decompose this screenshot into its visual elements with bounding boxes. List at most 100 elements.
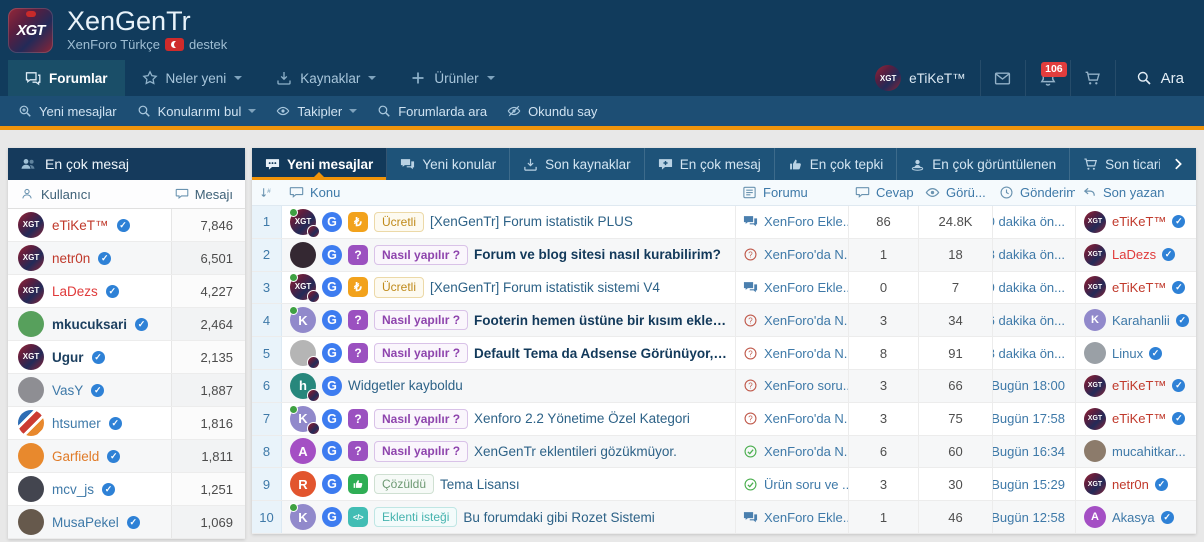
column-header-last-poster[interactable]: Son yazan xyxy=(1075,180,1196,205)
topic-author-avatar[interactable] xyxy=(290,242,316,268)
last-poster-link[interactable]: LaDezs xyxy=(1112,247,1156,262)
topic-author-avatar[interactable]: K xyxy=(290,504,316,530)
topic-title[interactable]: Footerin hemen üstüne bir kısım ekleme xyxy=(474,313,727,328)
user-avatar[interactable] xyxy=(18,443,44,469)
forum-cell[interactable]: ?XenForo'da N... xyxy=(735,239,848,271)
user-avatar[interactable] xyxy=(18,410,44,436)
post-time-link[interactable]: 38 dakika ön... xyxy=(992,337,1075,369)
prefix-label[interactable]: Nasıl yapılır ? xyxy=(374,409,468,429)
account-menu[interactable]: XGT eTiKeT™ xyxy=(861,60,980,96)
last-poster-link[interactable]: Karahanlii xyxy=(1112,313,1170,328)
last-poster-avatar[interactable]: XGT xyxy=(1084,408,1106,430)
topics-tab-en-ok-mesaj[interactable]: En çok mesaj xyxy=(645,148,775,180)
last-poster-link[interactable]: Linux xyxy=(1112,346,1143,361)
user-avatar[interactable] xyxy=(18,509,44,535)
site-logo[interactable]: XGT xyxy=(8,8,53,53)
user-avatar[interactable]: XGT xyxy=(18,245,44,271)
user-avatar[interactable]: XGT xyxy=(18,212,44,238)
user-link[interactable]: netr0n xyxy=(52,251,90,266)
last-poster-link[interactable]: netr0n xyxy=(1112,477,1149,492)
column-header-views[interactable]: Görü... xyxy=(918,180,992,205)
last-poster-avatar[interactable] xyxy=(1084,342,1106,364)
topic-author-avatar[interactable]: h xyxy=(290,373,316,399)
forum-link[interactable]: Ürün soru ve ... xyxy=(764,477,848,492)
forum-link[interactable]: XenForo'da N... xyxy=(764,313,848,328)
forum-cell[interactable]: XenForo Ekle... xyxy=(735,206,848,238)
forum-link[interactable]: XenForo'da N... xyxy=(764,444,848,459)
topic-author-avatar[interactable]: XGT xyxy=(290,274,316,300)
topics-tab-yeni-mesajlar[interactable]: Yeni mesajlar xyxy=(252,148,387,180)
search-button[interactable]: Ara xyxy=(1115,60,1204,96)
topic-author-avatar[interactable] xyxy=(290,340,316,366)
forum-link[interactable]: XenForo'da N... xyxy=(764,247,848,262)
last-poster-avatar[interactable]: XGT xyxy=(1084,211,1106,233)
tabs-scroll-right-button[interactable] xyxy=(1160,148,1196,180)
user-link[interactable]: MusaPekel xyxy=(52,515,119,530)
user-avatar[interactable]: XGT xyxy=(18,344,44,370)
topic-title[interactable]: XenGenTr eklentileri gözükmüyor. xyxy=(474,444,677,459)
last-poster-avatar[interactable]: XGT xyxy=(1084,244,1106,266)
prefix-label[interactable]: Ücretli xyxy=(374,212,424,232)
topic-title[interactable]: [XenGenTr] Forum istatistik sistemi V4 xyxy=(430,280,660,295)
last-poster-avatar[interactable]: K xyxy=(1084,309,1106,331)
topic-title[interactable]: Bu forumdaki gibi Rozet Sistemi xyxy=(463,510,654,525)
user-avatar[interactable] xyxy=(18,476,44,502)
last-poster-link[interactable]: eTiKeT™ xyxy=(1112,280,1166,295)
post-time-link[interactable]: 19 dakika ön... xyxy=(992,272,1075,304)
alerts-button[interactable]: 106 xyxy=(1025,60,1070,96)
subnav-item-yeni-mesajlar[interactable]: Yeni mesajlar xyxy=(8,104,127,119)
prefix-label[interactable]: Nasıl yapılır ? xyxy=(374,441,468,461)
forum-link[interactable]: XenForo soru... xyxy=(764,378,848,393)
forum-cell[interactable]: XenForo Ekle... xyxy=(735,272,848,304)
last-poster-avatar[interactable]: XGT xyxy=(1084,473,1106,495)
user-avatar[interactable] xyxy=(18,311,44,337)
user-avatar[interactable] xyxy=(18,377,44,403)
forum-cell[interactable]: ?XenForo'da N... xyxy=(735,403,848,435)
last-poster-link[interactable]: eTiKeT™ xyxy=(1112,411,1166,426)
topic-author-avatar[interactable]: K xyxy=(290,307,316,333)
subnav-item-okundu-say[interactable]: Okundu say xyxy=(497,104,607,119)
user-link[interactable]: mcv_js xyxy=(52,482,94,497)
prefix-label[interactable]: Eklenti isteği xyxy=(374,507,457,527)
subnav-item-forumlarda-ara[interactable]: Forumlarda ara xyxy=(367,104,497,119)
user-link[interactable]: Ugur xyxy=(52,350,84,365)
forum-link[interactable]: XenForo Ekle... xyxy=(764,214,848,229)
last-poster-avatar[interactable]: XGT xyxy=(1084,375,1106,397)
topics-tab-yeni-konular[interactable]: Yeni konular xyxy=(387,148,510,180)
column-header-user[interactable]: Kullanıcı xyxy=(8,187,171,202)
user-link[interactable]: Garfield xyxy=(52,449,99,464)
topic-title[interactable]: [XenGenTr] Forum istatistik PLUS xyxy=(430,214,633,229)
post-time-link[interactable]: 36 dakika ön... xyxy=(992,304,1075,336)
last-poster-link[interactable]: eTiKeT™ xyxy=(1112,214,1166,229)
inbox-button[interactable] xyxy=(980,60,1025,96)
topic-title[interactable]: Xenforo 2.2 Yönetime Özel Kategori xyxy=(474,411,690,426)
forum-link[interactable]: XenForo'da N... xyxy=(764,346,848,361)
column-header-replies[interactable]: Cevap xyxy=(848,180,918,205)
forum-cell[interactable]: Ürün soru ve ... xyxy=(735,468,848,500)
topic-title[interactable]: Forum ve blog sitesi nasıl kurabilirim? xyxy=(474,247,721,262)
forum-link[interactable]: XenForo Ekle... xyxy=(764,510,848,525)
user-avatar[interactable]: XGT xyxy=(18,278,44,304)
forum-cell[interactable]: XenForo'da N... xyxy=(735,436,848,468)
last-poster-avatar[interactable]: XGT xyxy=(1084,276,1106,298)
subnav-item-konular-m-bul[interactable]: Konularımı bul xyxy=(127,104,267,119)
topic-title[interactable]: Default Tema da Adsense Görünüyor, Diğer… xyxy=(474,346,727,361)
forum-cell[interactable]: XenForo Ekle... xyxy=(735,501,848,533)
column-header-messages[interactable]: Mesajı xyxy=(171,187,245,202)
last-poster-link[interactable]: eTiKeT™ xyxy=(1112,378,1166,393)
topics-tab-en-ok-tepki[interactable]: En çok tepki xyxy=(775,148,898,180)
post-time-link[interactable]: Bugün 12:58 xyxy=(992,501,1075,533)
user-link[interactable]: htsumer xyxy=(52,416,101,431)
topic-title[interactable]: Widgetler kayboldu xyxy=(348,378,463,393)
last-poster-avatar[interactable] xyxy=(1084,440,1106,462)
forum-link[interactable]: XenForo Ekle... xyxy=(764,280,848,295)
post-time-link[interactable]: Bugün 18:00 xyxy=(992,370,1075,402)
subnav-item-takipler[interactable]: Takipler xyxy=(266,104,367,119)
nav-tab-kaynaklar[interactable]: Kaynaklar xyxy=(259,60,393,96)
nav-tab--r-nler[interactable]: Ürünler xyxy=(393,60,511,96)
user-link[interactable]: VasY xyxy=(52,383,83,398)
topics-tab-son-kaynaklar[interactable]: Son kaynaklar xyxy=(510,148,645,180)
nav-tab-neler-yeni[interactable]: Neler yeni xyxy=(125,60,260,96)
user-link[interactable]: mkucuksari xyxy=(52,317,127,332)
site-title[interactable]: XenGenTr xyxy=(67,8,227,35)
